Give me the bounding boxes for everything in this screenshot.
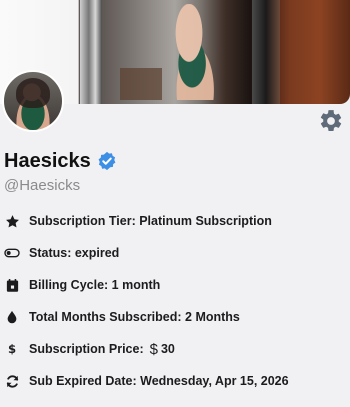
banner-furniture: [120, 68, 162, 100]
sub-expired-text: Sub Expired Date: Wednesday, Apr 15, 202…: [29, 374, 289, 388]
profile-card: Haesicks @Haesicks Subscription Tier: Pl…: [0, 0, 350, 407]
profile-name: Haesicks: [4, 149, 91, 172]
price-currency: $: [149, 340, 158, 358]
banner-figure: [158, 4, 220, 100]
avatar-hair: [16, 78, 50, 108]
calendar-icon: [4, 277, 20, 293]
subscription-tier-row: Subscription Tier: Platinum Subscription: [4, 209, 272, 233]
banner-mirror-frame-right: [252, 0, 280, 104]
price-value: 30: [160, 342, 175, 356]
toggle-icon: [4, 245, 20, 261]
billing-cycle-row: Billing Cycle: 1 month: [4, 273, 160, 297]
profile-handle: @Haesicks: [4, 177, 81, 194]
drop-icon: [4, 309, 20, 325]
svg-text:$: $: [8, 342, 16, 356]
sub-expired-row: Sub Expired Date: Wednesday, Apr 15, 202…: [4, 369, 289, 393]
subscription-price-row: $ Subscription Price: $ 30: [4, 337, 175, 361]
status-text: Status: expired: [29, 246, 120, 260]
refresh-icon: [4, 373, 20, 389]
verified-badge-icon: [97, 151, 117, 171]
status-row: Status: expired: [4, 241, 119, 265]
total-months-text: Total Months Subscribed: 2 Months: [29, 310, 240, 324]
dollar-icon: $: [4, 341, 20, 357]
avatar[interactable]: [2, 70, 64, 132]
subscription-price-label: Subscription Price:: [29, 342, 144, 356]
subscription-tier-text: Subscription Tier: Platinum Subscription: [29, 214, 272, 228]
gear-icon[interactable]: [318, 108, 344, 134]
billing-cycle-text: Billing Cycle: 1 month: [29, 278, 161, 292]
total-months-row: Total Months Subscribed: 2 Months: [4, 305, 240, 329]
profile-name-row: Haesicks: [4, 148, 117, 174]
banner-mirror-frame-left: [80, 0, 102, 104]
star-icon: [4, 213, 20, 229]
